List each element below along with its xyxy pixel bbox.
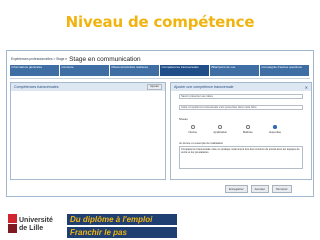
level-option[interactable]: Application (207, 125, 235, 137)
competence-description-field[interactable]: Cette compétence transversale s'est prés… (179, 105, 303, 110)
competences-panel-header: Compétences transversales Ajouter (11, 83, 165, 91)
step-tab[interactable]: Informations générales (10, 65, 59, 76)
step-tab-active[interactable]: Compétences transversales (160, 65, 209, 76)
step-tab[interactable]: Bilan/point de vue (210, 65, 259, 76)
steps-bar: Informations générales Contexte Missions… (10, 65, 310, 76)
add-competence-title: Ajouter une compétence transversale (174, 85, 234, 89)
level-option[interactable]: Expertise (262, 125, 290, 137)
add-competence-panel: Ajouter une compétence transversale ✕ Sa… (170, 82, 312, 180)
action-buttons: Enregistrer Annuler Terminer (225, 185, 292, 193)
step-tab[interactable]: Contexte (60, 65, 109, 76)
radio-button[interactable] (190, 125, 195, 129)
footer-title: Du diplôme à l'emploi (67, 214, 177, 225)
save-button[interactable]: Enregistrer (225, 185, 248, 193)
logo-text-line1: Université (19, 217, 53, 224)
breadcrumb: Expériences professionnelles > Stage n S… (11, 54, 141, 64)
breadcrumb-path[interactable]: Expériences professionnelles > Stage n (11, 57, 67, 61)
divider (10, 78, 310, 79)
level-option-label: Application (213, 129, 228, 134)
radio-button[interactable] (245, 125, 250, 129)
logo-text-line2: de Lille (19, 225, 43, 232)
footer-subtitle: Franchir le pas (67, 227, 177, 238)
level-option[interactable]: Novice (179, 125, 207, 137)
level-option[interactable]: Maîtrise (234, 125, 262, 137)
level-option-label: Novice (188, 129, 198, 134)
competences-panel-title: Compétences transversales (14, 85, 59, 89)
step-tab[interactable]: Compagnie d'autres questions (260, 65, 309, 76)
slide-title: Niveau de compétence (65, 13, 255, 31)
example-label: Je donne un exemple de réalisation (179, 141, 224, 145)
level-option-label: Maîtrise (242, 129, 253, 134)
app-screenshot: Expériences professionnelles > Stage n S… (6, 50, 314, 197)
level-selector: Novice Application Maîtrise Expertise (179, 125, 289, 137)
finish-button[interactable]: Terminer (272, 185, 292, 193)
breadcrumb-title: Stage en communication (69, 55, 141, 63)
logo-square-top (8, 214, 17, 223)
add-button[interactable]: Ajouter (147, 84, 162, 90)
university-logo: Université de Lille (8, 214, 53, 233)
add-competence-header: Ajouter une compétence transversale ✕ (171, 83, 311, 91)
logo-square-bottom (8, 224, 17, 233)
example-textarea[interactable]: Compétence transversale mise en pratique… (179, 146, 303, 169)
radio-button[interactable] (218, 125, 223, 129)
close-icon[interactable]: ✕ (305, 85, 308, 90)
level-option-label: Expertise (269, 129, 282, 134)
competence-name-field[interactable]: Savoir présenter ses idées (179, 94, 303, 99)
level-label: Niveau (179, 117, 188, 121)
step-tab[interactable]: Missions/Activités réalisées (110, 65, 159, 76)
cancel-button[interactable]: Annuler (250, 185, 270, 193)
radio-button-selected[interactable] (273, 125, 278, 129)
competences-panel: Compétences transversales Ajouter (10, 82, 166, 180)
